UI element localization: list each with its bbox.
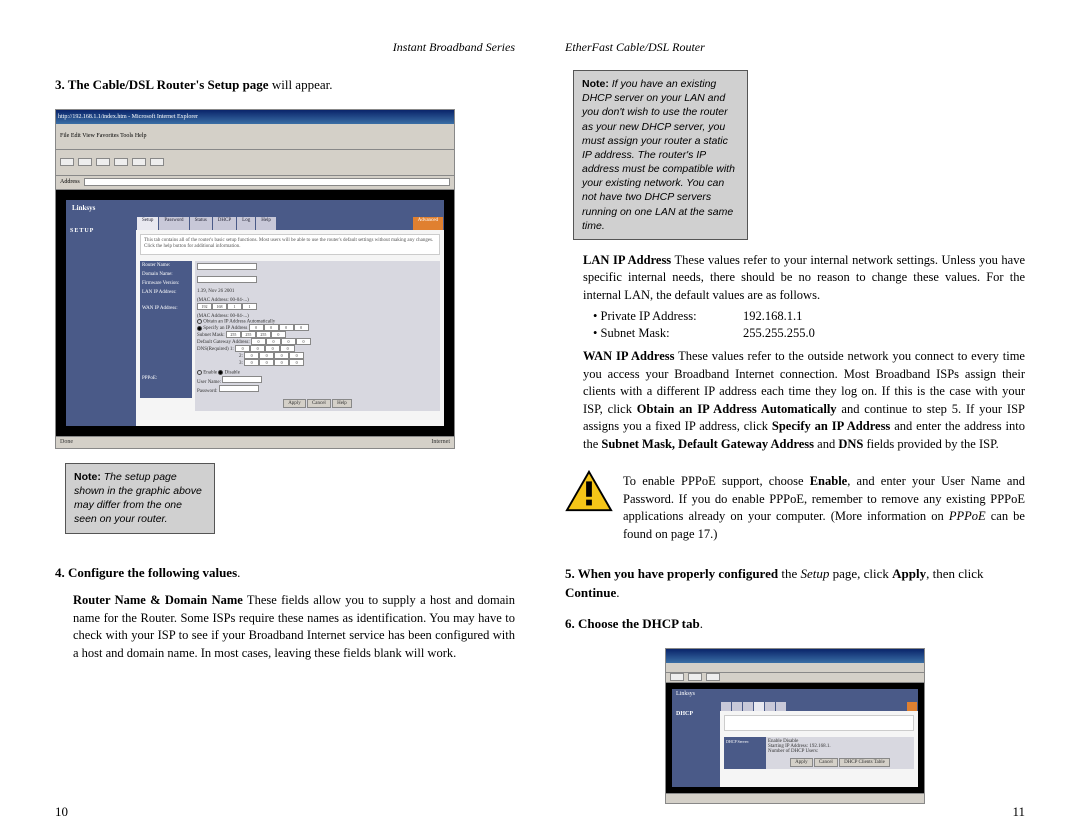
- ie-addressbar: Address: [56, 176, 454, 190]
- router-form: This tab contains all of the router's ba…: [136, 230, 444, 426]
- header-right: EtherFast Cable/DSL Router: [565, 40, 1025, 55]
- router-tabs: Setup Password Status DHCP Log Help Adva…: [136, 216, 444, 230]
- page-number-right: 11: [1012, 804, 1025, 820]
- router-name-paragraph: Router Name & Domain Name These fields a…: [73, 592, 515, 662]
- ie-body: Linksys SETUP Setup Password Status DHCP: [56, 190, 454, 436]
- warning-block: To enable PPPoE support, choose Enable, …: [565, 469, 1025, 547]
- tab-setup[interactable]: Setup: [137, 217, 158, 230]
- header-left: Instant Broadband Series: [55, 40, 515, 55]
- tab-advanced[interactable]: Advanced: [413, 217, 443, 230]
- note-setup: Note: The setup page shown in the graphi…: [65, 463, 215, 534]
- dhcp-cancel-button[interactable]: Cancel: [814, 758, 838, 767]
- ie-status: Done Internet: [56, 436, 454, 448]
- ie-toolbar-small: [666, 663, 924, 673]
- step-5: 5. When you have properly configured the…: [565, 565, 1025, 603]
- apply-button[interactable]: Apply: [283, 399, 306, 408]
- page-left: Instant Broadband Series 3. The Cable/DS…: [30, 40, 540, 814]
- step-3: 3. The Cable/DSL Router's Setup page wil…: [55, 76, 515, 95]
- dhcp-table-button[interactable]: DHCP Clients Table: [839, 758, 890, 767]
- note-dhcp: Note: If you have an existing DHCP serve…: [573, 70, 748, 240]
- ie-toolbar: [56, 150, 454, 176]
- tab-password[interactable]: Password: [159, 217, 188, 230]
- ie-titlebar-small: [666, 649, 924, 663]
- tab-dhcp[interactable]: DHCP: [213, 217, 236, 230]
- page-number-left: 10: [55, 804, 68, 820]
- ie-titlebar: http://192.168.1.1/index.htm - Microsoft…: [56, 110, 454, 124]
- cancel-button[interactable]: Cancel: [307, 399, 331, 408]
- ie-menubar: File Edit View Favorites Tools Help: [56, 124, 454, 150]
- private-ip-row: • Private IP Address: 192.168.1.1: [593, 309, 1025, 324]
- brand-bar: Linksys: [66, 200, 444, 216]
- tab-log[interactable]: Log: [237, 217, 255, 230]
- lan-paragraph: LAN IP Address These values refer to you…: [583, 252, 1025, 305]
- tab-status[interactable]: Status: [190, 217, 212, 230]
- step-6: 6. Choose the DHCP tab.: [565, 615, 1025, 634]
- warning-icon: [565, 469, 613, 513]
- ie-toolbar-small2: [666, 673, 924, 683]
- subnet-mask-row: • Subnet Mask: 255.255.255.0: [593, 326, 1025, 341]
- setup-screenshot: http://192.168.1.1/index.htm - Microsoft…: [55, 109, 455, 449]
- help-button[interactable]: Help: [332, 399, 352, 408]
- dhcp-screenshot: Linksys DHCP: [665, 648, 925, 804]
- dhcp-apply-button[interactable]: Apply: [790, 758, 813, 767]
- router-sidebar: SETUP: [66, 216, 136, 426]
- page-right: EtherFast Cable/DSL Router Note: If you …: [540, 40, 1050, 814]
- wan-paragraph: WAN IP Address These values refer to the…: [583, 348, 1025, 453]
- tab-help[interactable]: Help: [256, 217, 276, 230]
- warning-text: To enable PPPoE support, choose Enable, …: [623, 473, 1025, 543]
- step-4: 4. Configure the following values.: [55, 564, 515, 583]
